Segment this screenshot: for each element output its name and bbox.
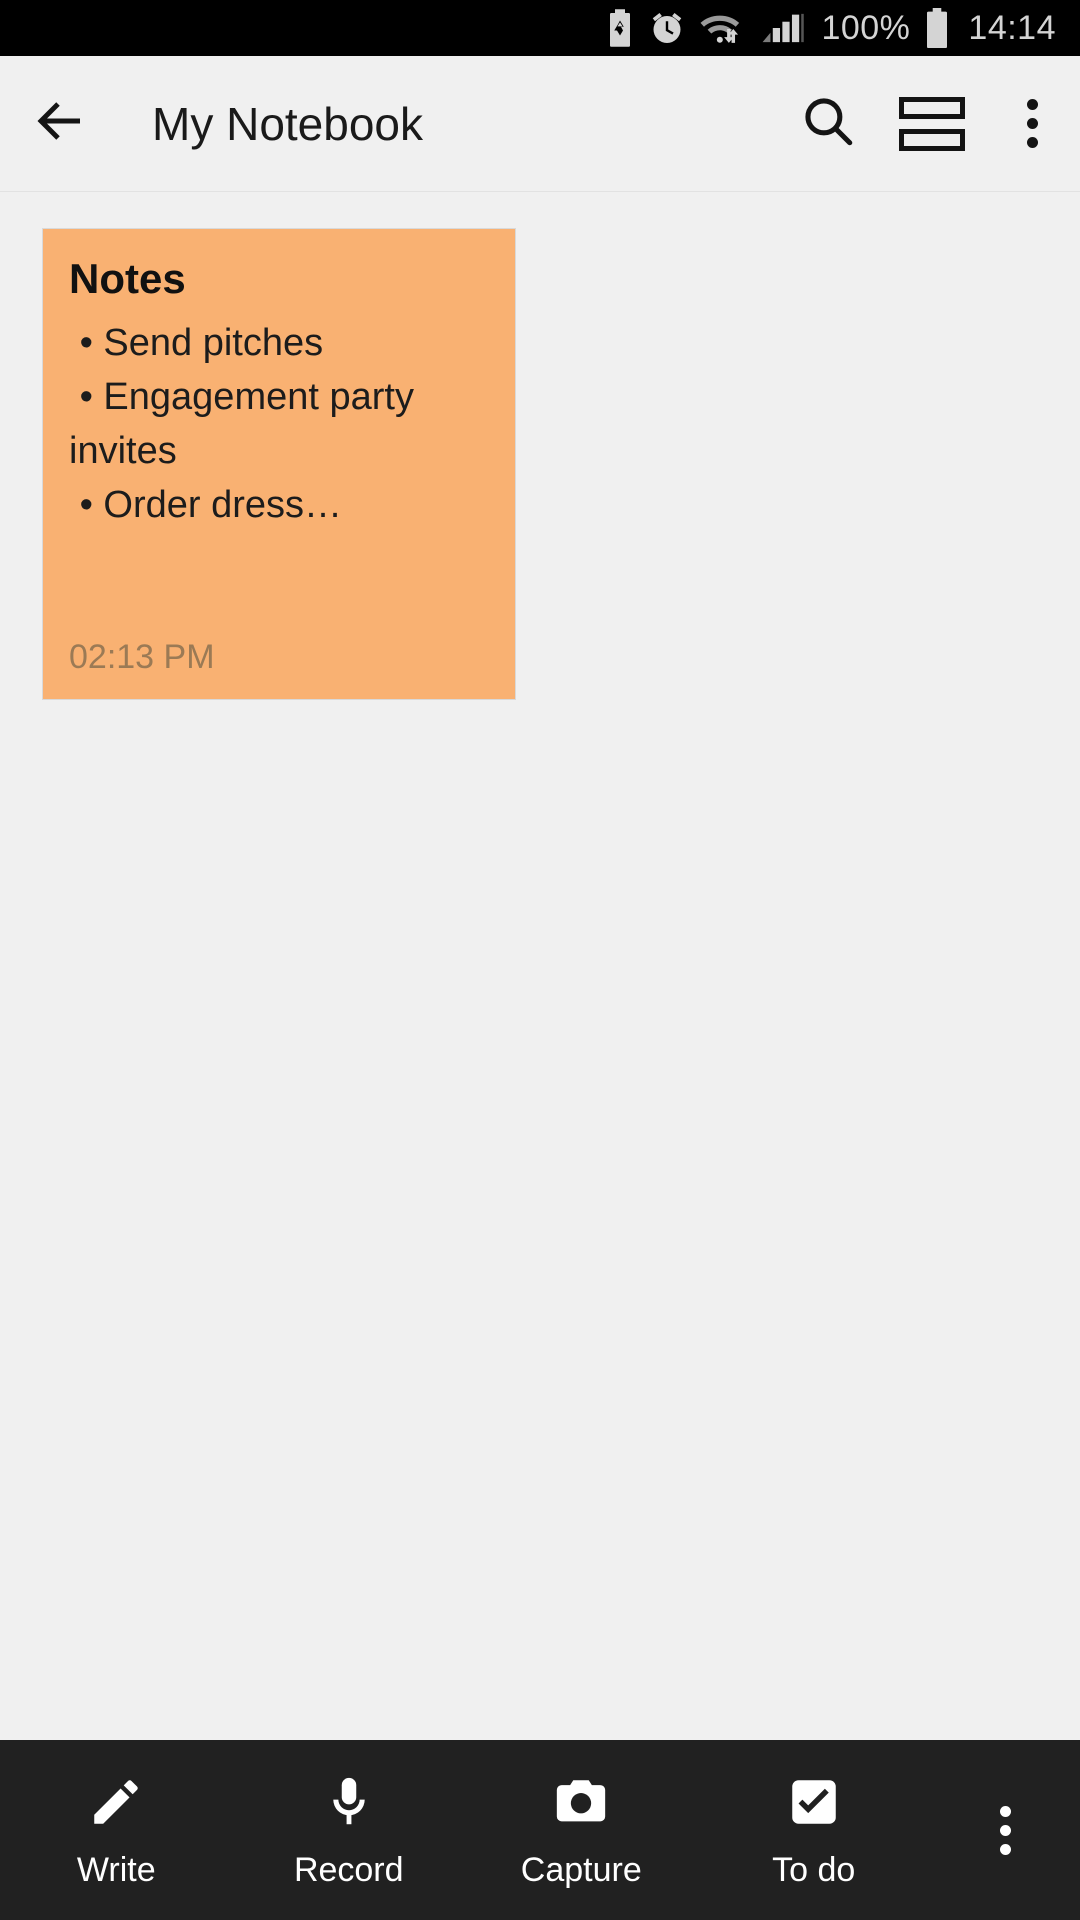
checkbox-checked-icon [785,1773,843,1831]
toolbar-item-capture[interactable]: Capture [465,1740,698,1920]
note-title: Notes [69,255,186,302]
view-toggle-button[interactable] [880,56,984,192]
more-options-icon [1026,99,1038,148]
battery-full-icon [924,8,950,48]
toolbar-label-todo: To do [772,1851,856,1889]
battery-percentage: 100% [821,8,911,47]
pencil-icon [87,1773,145,1831]
page-title: My Notebook [152,97,424,150]
search-icon [799,92,857,155]
more-options-icon [999,1805,1011,1855]
toolbar-item-write[interactable]: Write [0,1740,233,1920]
microphone-icon [320,1773,378,1831]
note-card[interactable]: Notes • Send pitches • Engagement party … [42,228,516,700]
toolbar-label-record: Record [293,1851,404,1889]
toolbar-label-capture: Capture [520,1851,642,1889]
alarm-clock-icon [649,10,685,46]
notes-grid: Notes • Send pitches • Engagement party … [0,192,1080,1740]
toolbar-label-write: Write [76,1851,156,1889]
toolbar-item-record[interactable]: Record [233,1740,466,1920]
phone-screen: 100% 14:14 My Notebook Notes • Send pitc… [0,0,1080,1920]
toolbar-overflow-button[interactable] [930,1740,1080,1920]
app-bar-overflow-button[interactable] [984,56,1080,192]
app-bar: My Notebook [0,56,1080,192]
status-bar-clock: 14:14 [968,8,1056,47]
toolbar-item-todo[interactable]: To do [698,1740,931,1920]
cellular-signal-icon [761,9,805,47]
bottom-toolbar: Write Record Capture To do [0,1740,1080,1920]
search-button[interactable] [776,56,880,192]
wifi-data-transfer-icon [699,9,747,47]
back-arrow-icon [30,91,90,156]
note-body: • Send pitches • Engagement party invite… [69,322,414,527]
back-button[interactable] [0,56,120,192]
status-bar: 100% 14:14 [0,0,1080,56]
list-view-icon [899,96,965,151]
camera-icon [552,1773,610,1831]
battery-saver-icon [605,9,635,47]
note-timestamp: 02:13 PM [69,638,215,676]
